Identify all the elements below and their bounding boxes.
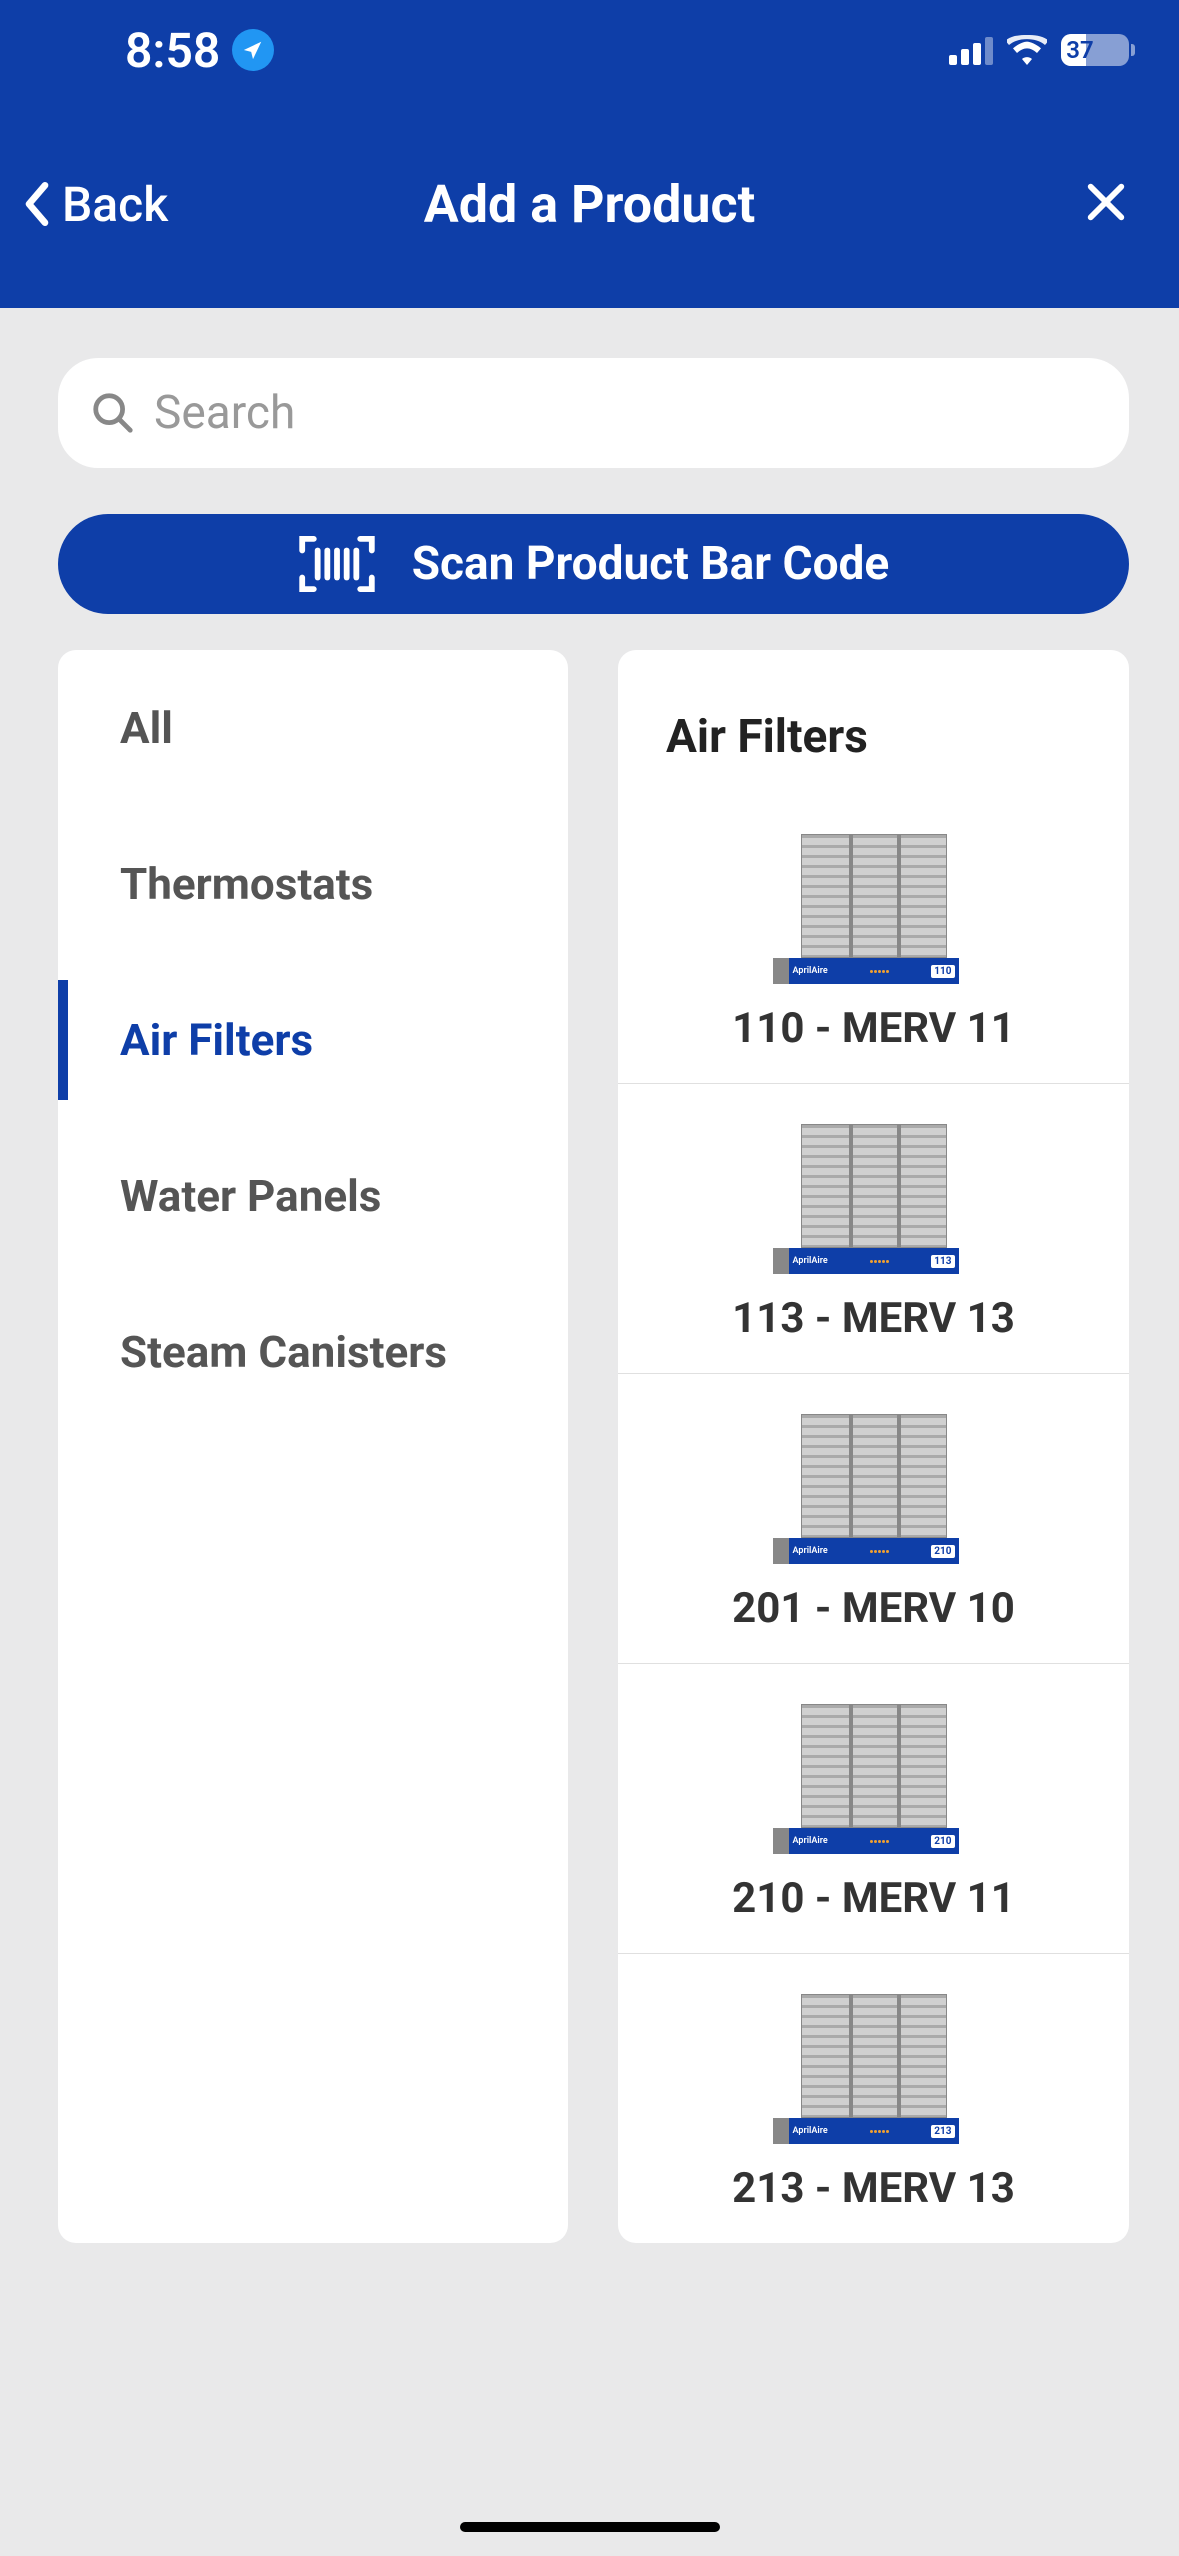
product-item-110[interactable]: AprilAire 110 110 - MERV 11 [618,794,1129,1084]
chevron-left-icon [20,180,54,228]
scan-barcode-button[interactable]: Scan Product Bar Code [58,514,1129,614]
scan-button-label: Scan Product Bar Code [412,537,890,591]
back-label: Back [62,176,168,233]
search-input[interactable]: Search [58,358,1129,468]
product-image: AprilAire 213 [789,1994,959,2144]
wifi-icon [1007,35,1047,65]
page-title: Add a Product [424,174,755,235]
category-label: Water Panels [120,1170,381,1222]
product-name: 113 - MERV 13 [732,1294,1015,1343]
close-button[interactable] [1083,179,1129,229]
content-area: Search Scan Product Bar Code All Thermos… [0,308,1179,2243]
panels-row: All Thermostats Air Filters Water Panels… [58,650,1129,2243]
product-image: AprilAire 210 [789,1414,959,1564]
category-label: Air Filters [120,1014,313,1066]
product-item-201[interactable]: AprilAire 210 201 - MERV 10 [618,1374,1129,1664]
category-label: All [120,702,173,754]
barcode-icon [298,535,376,593]
product-name: 213 - MERV 13 [732,2164,1015,2213]
category-label: Steam Canisters [120,1326,447,1378]
product-item-213[interactable]: AprilAire 213 213 - MERV 13 [618,1954,1129,2243]
status-bar: 8:58 37 [0,0,1179,100]
status-indicators: 37 [949,34,1129,66]
product-image: AprilAire 113 [789,1124,959,1274]
category-all[interactable]: All [58,650,568,806]
category-steam-canisters[interactable]: Steam Canisters [58,1274,568,1430]
category-air-filters[interactable]: Air Filters [58,962,568,1118]
location-icon [224,20,283,79]
category-panel: All Thermostats Air Filters Water Panels… [58,650,568,2243]
back-button[interactable]: Back [20,176,168,233]
product-item-210[interactable]: AprilAire 210 210 - MERV 11 [618,1664,1129,1954]
battery-indicator: 37 [1061,34,1129,66]
home-indicator[interactable] [460,2522,720,2532]
product-image: AprilAire 110 [789,834,959,984]
battery-percent: 37 [1066,36,1093,64]
status-time-group: 8:58 [125,22,274,79]
search-placeholder: Search [154,386,295,440]
product-name: 210 - MERV 11 [732,1874,1015,1923]
status-time: 8:58 [125,22,220,79]
product-name: 110 - MERV 11 [732,1004,1015,1053]
product-name: 201 - MERV 10 [732,1584,1015,1633]
category-water-panels[interactable]: Water Panels [58,1118,568,1274]
close-icon [1083,179,1129,225]
search-icon [90,390,136,436]
cellular-signal-icon [949,35,993,65]
product-panel: Air Filters AprilAire 110 110 - MERV 11 [618,650,1129,2243]
category-label: Thermostats [120,858,373,910]
product-panel-title: Air Filters [618,710,1129,794]
category-thermostats[interactable]: Thermostats [58,806,568,962]
product-image: AprilAire 210 [789,1704,959,1854]
nav-bar: Back Add a Product [0,100,1179,308]
product-item-113[interactable]: AprilAire 113 113 - MERV 13 [618,1084,1129,1374]
